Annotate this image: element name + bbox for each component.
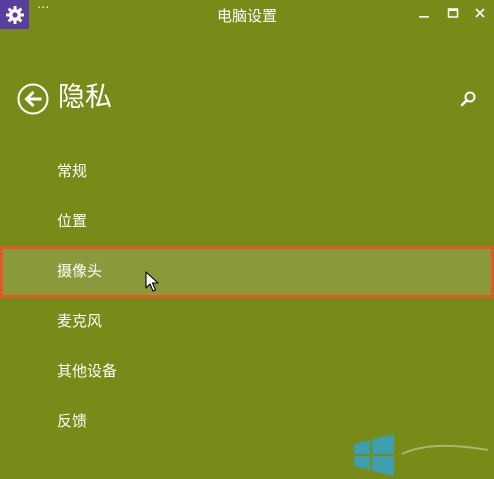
back-arrow-icon [17, 83, 49, 115]
title-bar: ··· 电脑设置 [0, 0, 494, 29]
mouse-pointer-icon [145, 271, 159, 292]
minimize-icon [419, 16, 429, 18]
menu-item-other-devices[interactable]: 其他设备 [0, 347, 494, 397]
search-button[interactable] [458, 89, 478, 109]
menu-item-label: 其他设备 [57, 362, 118, 380]
menu-item-camera[interactable]: 摄像头 [0, 247, 494, 297]
minimize-button[interactable] [413, 4, 435, 22]
menu-item-general[interactable]: 常规 [0, 147, 494, 197]
watermark-logo [354, 434, 489, 476]
menu-item-label: 位置 [57, 212, 88, 230]
menu-item-label: 常规 [57, 162, 88, 180]
settings-window: ··· 电脑设置 隐私 常规 位置 摄像头 麦克风 其他设备 反馈 [0, 0, 494, 479]
back-button[interactable] [17, 83, 49, 115]
menu-item-label: 反馈 [57, 412, 88, 430]
search-icon [460, 91, 476, 107]
menu-item-label: 麦克风 [57, 312, 103, 330]
maximize-icon [447, 8, 459, 18]
menu-item-microphone[interactable]: 麦克风 [0, 297, 494, 347]
page-title: 隐私 [58, 82, 112, 113]
maximize-button[interactable] [442, 4, 464, 22]
menu-item-location[interactable]: 位置 [0, 197, 494, 247]
menu-item-label: 摄像头 [57, 262, 103, 280]
close-icon [475, 8, 485, 18]
close-button[interactable] [469, 4, 491, 22]
